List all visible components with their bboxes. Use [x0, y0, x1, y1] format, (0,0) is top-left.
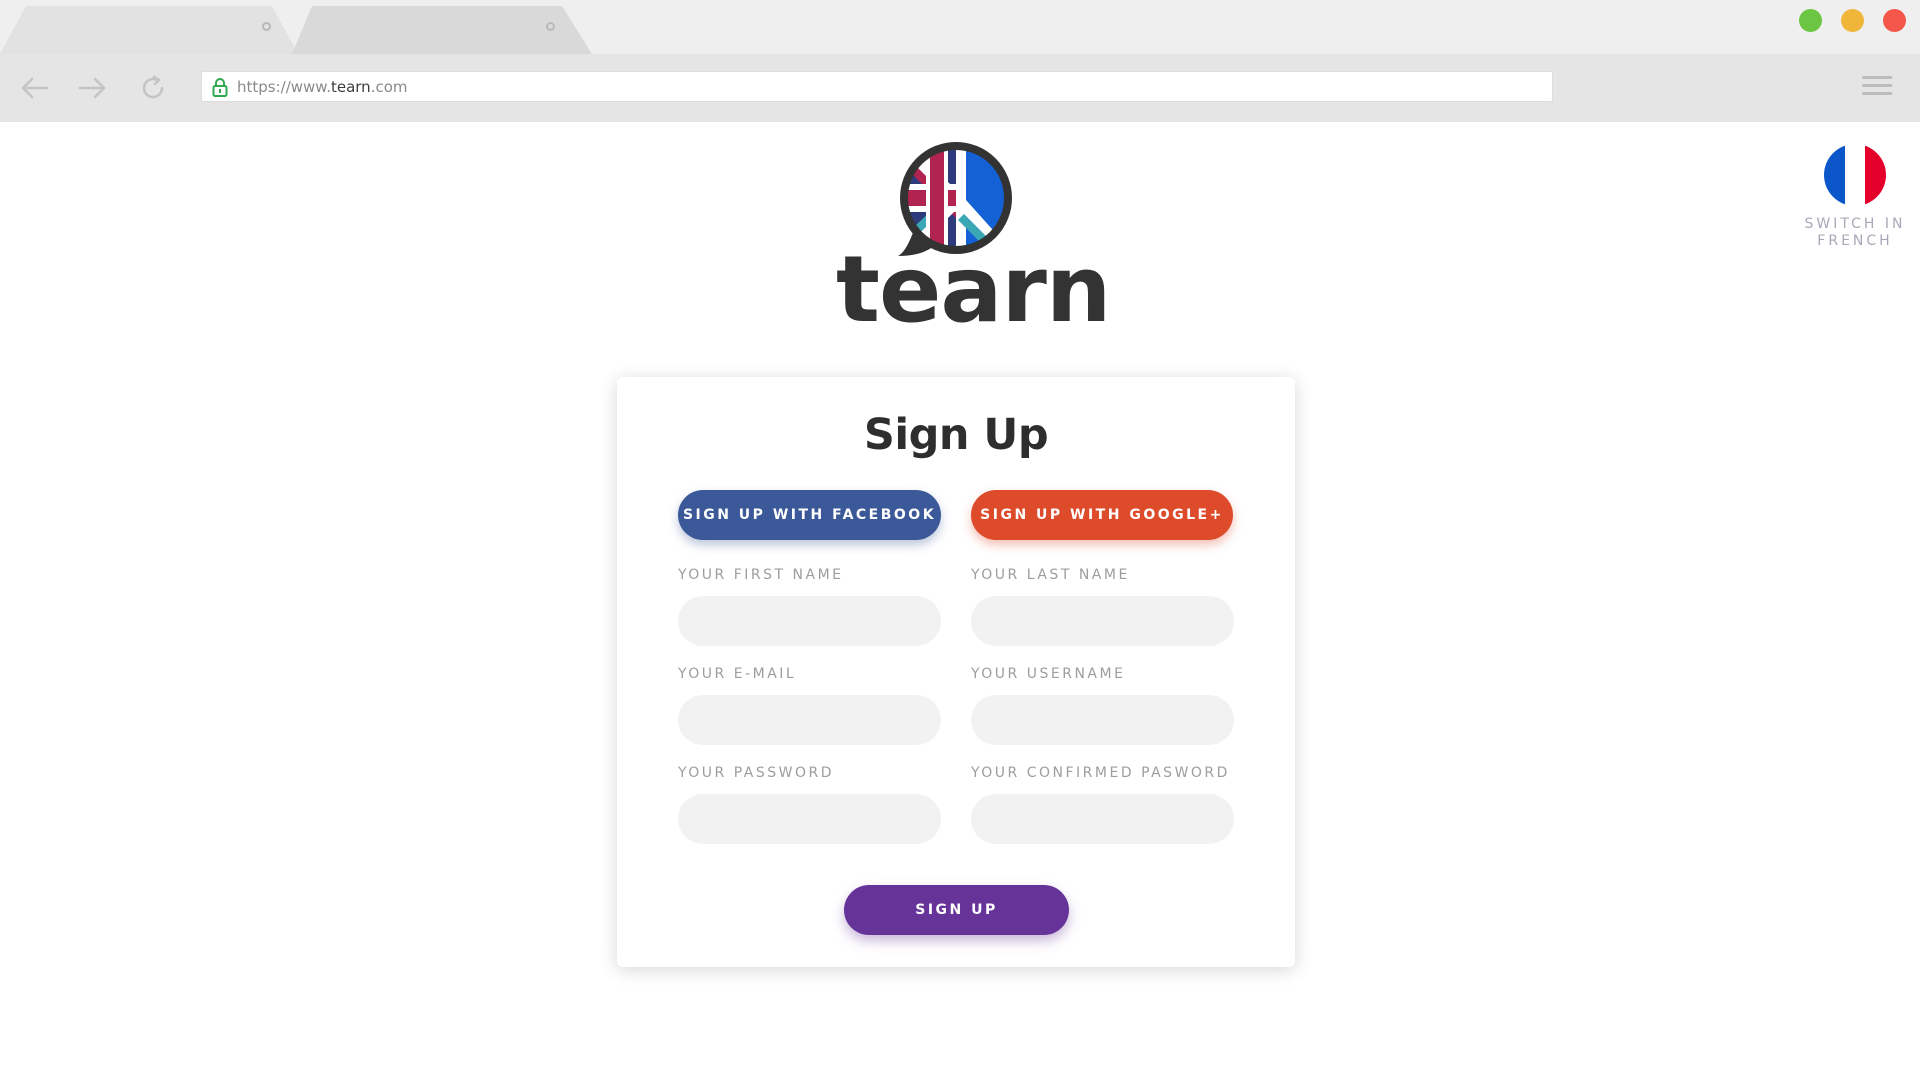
- password-field[interactable]: [678, 794, 941, 844]
- url-suffix: .com: [370, 78, 408, 96]
- address-bar[interactable]: https://www.tearn.com: [201, 71, 1553, 102]
- url-prefix: https://www.: [237, 78, 331, 96]
- language-switch-label[interactable]: SWITCH IN FRENCH: [1800, 216, 1910, 250]
- tearn-logo: tearn: [830, 140, 1111, 336]
- confirm-password-field[interactable]: [971, 794, 1234, 844]
- first-name-field[interactable]: [678, 596, 941, 646]
- browser-toolbar: https://www.tearn.com: [0, 54, 1920, 122]
- email-label: YOUR E-MAIL: [678, 666, 797, 682]
- window-maximize-button[interactable]: [1799, 9, 1822, 32]
- forward-arrow-icon[interactable]: [73, 68, 113, 108]
- url-domain: tearn: [330, 78, 371, 96]
- confirm-password-label: YOUR CONFIRMED PASWORD: [971, 765, 1230, 781]
- window-close-button[interactable]: [1883, 9, 1906, 32]
- url-text: https://www.tearn.com: [237, 78, 408, 96]
- browser-tab-1[interactable]: [0, 6, 300, 54]
- password-label: YOUR PASSWORD: [678, 765, 834, 781]
- facebook-signup-button[interactable]: SIGN UP WITH FACEBOOK: [678, 490, 941, 540]
- username-field[interactable]: [971, 695, 1234, 745]
- browser-tab-bar: [0, 0, 1920, 54]
- reload-icon[interactable]: [133, 68, 173, 108]
- window-minimize-button[interactable]: [1841, 9, 1864, 32]
- lock-icon: [212, 78, 228, 97]
- logo-wordmark: tearn: [836, 236, 1111, 343]
- language-switch[interactable]: SWITCH IN FRENCH: [1800, 144, 1910, 250]
- page-title: Sign Up: [863, 410, 1049, 460]
- email-field[interactable]: [678, 695, 941, 745]
- last-name-field[interactable]: [971, 596, 1234, 646]
- french-flag-icon[interactable]: [1824, 144, 1886, 206]
- tab-shape: [0, 6, 298, 54]
- username-label: YOUR USERNAME: [971, 666, 1126, 682]
- browser-tab-2[interactable]: [292, 6, 596, 54]
- back-arrow-icon[interactable]: [14, 68, 54, 108]
- hamburger-menu-icon[interactable]: [1862, 76, 1892, 100]
- tab-close-icon[interactable]: [262, 22, 271, 31]
- signup-submit-button[interactable]: SIGN UP: [844, 885, 1069, 935]
- tab-close-icon[interactable]: [546, 22, 555, 31]
- google-signup-button[interactable]: SIGN UP WITH GOOGLE+: [971, 490, 1233, 540]
- signup-card: Sign Up SIGN UP WITH FACEBOOK SIGN UP WI…: [617, 377, 1295, 967]
- last-name-label: YOUR LAST NAME: [971, 567, 1130, 583]
- first-name-label: YOUR FIRST NAME: [678, 567, 844, 583]
